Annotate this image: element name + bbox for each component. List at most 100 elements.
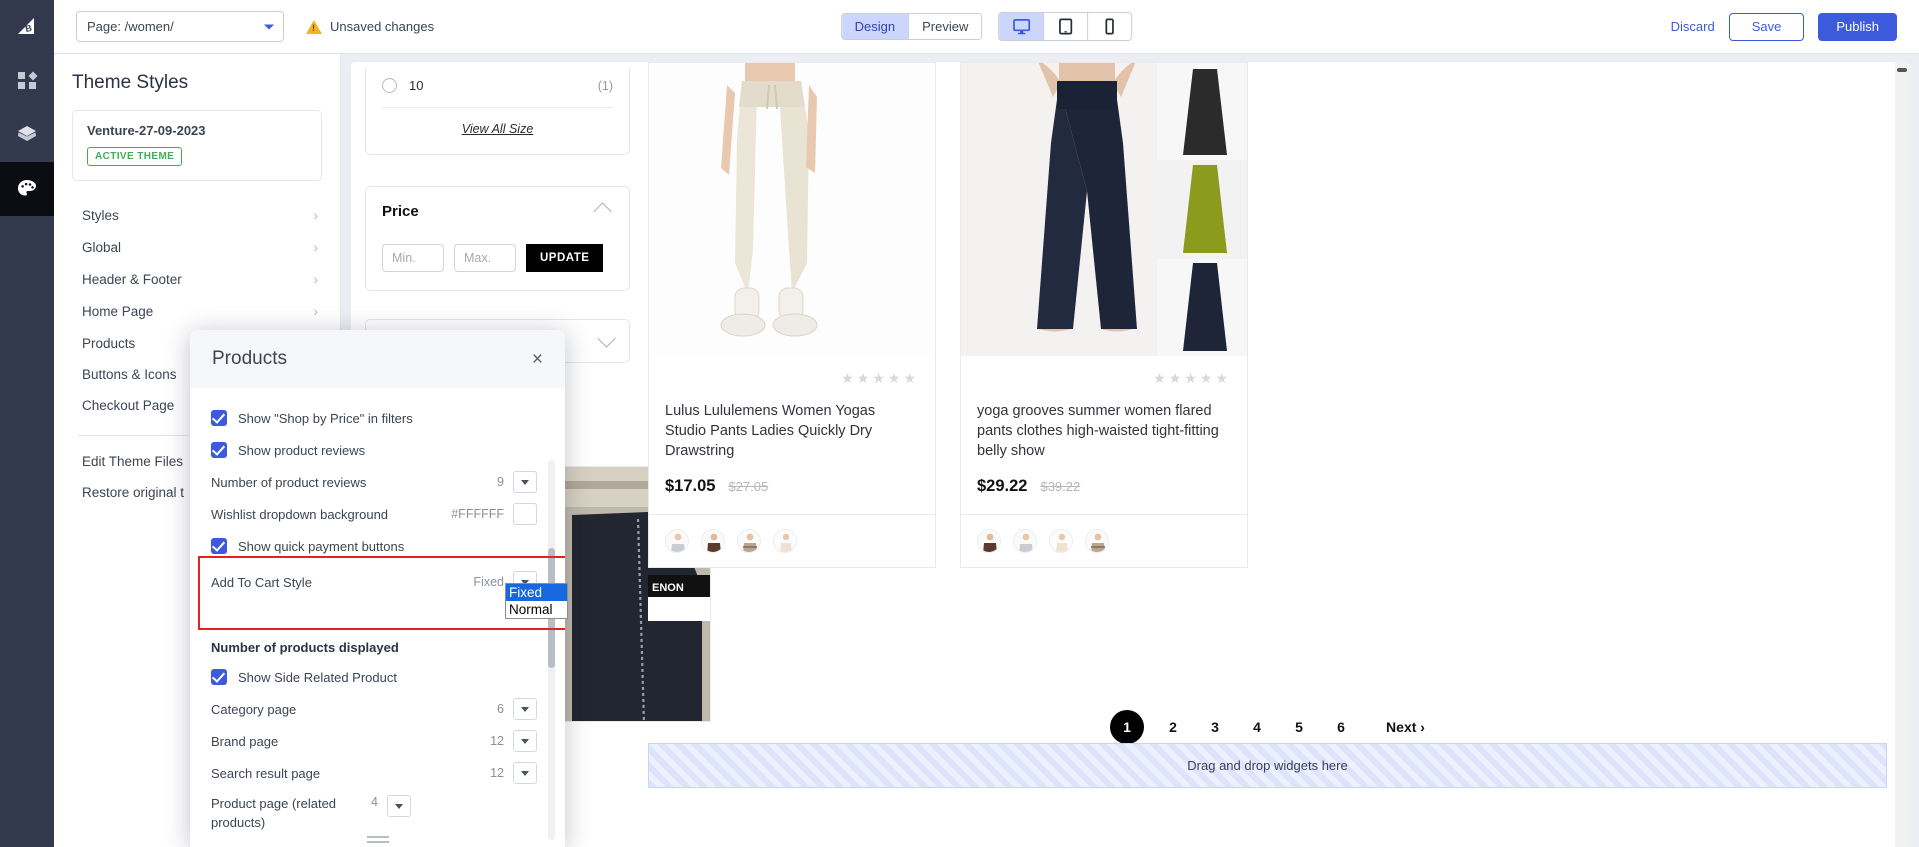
- setting-show-quick-payment-buttons[interactable]: Show quick payment buttons: [211, 530, 537, 562]
- chevron-down-icon: [394, 803, 403, 809]
- price-filter-header[interactable]: Price: [382, 202, 613, 221]
- pagination-page-2[interactable]: 2: [1152, 719, 1194, 735]
- setting-add-to-cart-style[interactable]: Add To Cart Style Fixed: [211, 566, 537, 598]
- setting-category-page[interactable]: Category page 6: [211, 693, 537, 725]
- save-button[interactable]: Save: [1728, 12, 1805, 41]
- product-old-price: $39.22: [1040, 479, 1081, 494]
- select-dropdown[interactable]: [513, 762, 537, 784]
- setting-product-page-related-products[interactable]: Product page (related products) 4: [211, 789, 537, 833]
- option-normal[interactable]: Normal: [506, 601, 567, 618]
- select-dropdown[interactable]: [513, 730, 537, 752]
- chevron-right-icon: ›: [313, 207, 318, 223]
- pagination-page-6[interactable]: 6: [1320, 719, 1362, 735]
- status-badge: ACTIVE THEME: [87, 147, 183, 166]
- product-prices: $17.05 $27.05: [665, 477, 919, 496]
- product-title[interactable]: Lulus Lululemens Women Yogas Studio Pant…: [665, 401, 919, 461]
- select-dropdown[interactable]: [386, 795, 411, 817]
- setting-value: 12: [490, 766, 504, 780]
- setting-search-result-page[interactable]: Search result page 12: [211, 757, 537, 789]
- product-title[interactable]: yoga grooves summer women flared pants c…: [977, 401, 1231, 461]
- discard-button[interactable]: Discard: [1671, 19, 1715, 34]
- sidebar-item-home-page[interactable]: Home Page ›: [72, 295, 322, 327]
- setting-value: 12: [490, 734, 504, 748]
- chevron-right-icon: ›: [313, 303, 318, 319]
- product-image[interactable]: [961, 63, 1247, 356]
- close-icon[interactable]: ×: [532, 350, 543, 369]
- swatch-option[interactable]: [1049, 529, 1073, 553]
- option-fixed[interactable]: Fixed: [506, 584, 567, 601]
- tab-design[interactable]: Design: [841, 14, 909, 39]
- swatch-option[interactable]: [665, 529, 689, 553]
- swatch-option[interactable]: [977, 529, 1001, 553]
- sidebar-item-label: Edit Theme Files: [82, 454, 184, 469]
- pagination-next-button[interactable]: Next ›: [1386, 719, 1425, 735]
- sidebar-item-styles[interactable]: Styles ›: [72, 199, 322, 231]
- add-to-cart-style-dropdown-options[interactable]: Fixed Normal: [505, 583, 568, 619]
- setting-label: Wishlist dropdown background: [211, 506, 389, 522]
- sidebar-item-global[interactable]: Global ›: [72, 231, 322, 263]
- setting-wishlist-dropdown-background[interactable]: Wishlist dropdown background #FFFFFF: [211, 498, 537, 530]
- setting-show-side-related-product[interactable]: Show Side Related Product: [211, 661, 537, 693]
- storefront-preview: 10 (1) View All Size Price Min. Max. UPD…: [351, 62, 1909, 847]
- swatch-option[interactable]: [737, 529, 761, 553]
- select-dropdown[interactable]: [513, 698, 537, 720]
- swatch-option[interactable]: [773, 529, 797, 553]
- bigcommerce-logo-icon[interactable]: B: [0, 0, 54, 54]
- checkbox-icon[interactable]: [211, 669, 227, 685]
- pagination-page-3[interactable]: 3: [1194, 719, 1236, 735]
- rail-item-apps[interactable]: [0, 54, 54, 108]
- rail-item-theme-styles[interactable]: [0, 162, 54, 216]
- pagination-page-5[interactable]: 5: [1278, 719, 1320, 735]
- checkbox-icon[interactable]: [211, 538, 227, 554]
- page-select[interactable]: Page: /women/: [76, 11, 284, 42]
- price-min-input[interactable]: Min.: [382, 244, 444, 272]
- chevron-up-icon[interactable]: [593, 202, 612, 221]
- checkbox-icon[interactable]: [211, 442, 227, 458]
- device-tablet-button[interactable]: [1043, 13, 1088, 40]
- chevron-down-icon[interactable]: [597, 329, 616, 348]
- product-rating: ★★★★★: [841, 370, 919, 386]
- filter-option-row[interactable]: 10 (1): [382, 68, 613, 107]
- scrollbar-thumb[interactable]: [1897, 68, 1907, 72]
- chevron-down-icon: [521, 770, 529, 776]
- product-old-price: $27.05: [728, 479, 769, 494]
- resize-grip[interactable]: [366, 833, 389, 843]
- device-desktop-button[interactable]: [999, 13, 1044, 40]
- color-swatch-button[interactable]: [513, 503, 537, 525]
- widget-dropzone[interactable]: Drag and drop widgets here: [648, 743, 1887, 788]
- checkbox-icon[interactable]: [211, 410, 227, 426]
- pagination-page-1[interactable]: 1: [1110, 710, 1145, 744]
- device-switch: [998, 12, 1133, 41]
- price-max-input[interactable]: Max.: [454, 244, 516, 272]
- page-title: Theme Styles: [72, 72, 189, 93]
- canvas-scrollbar[interactable]: [1895, 62, 1909, 847]
- setting-label: Category page: [211, 701, 297, 717]
- active-theme-card[interactable]: Venture-27-09-2023 ACTIVE THEME: [72, 110, 322, 181]
- publish-button[interactable]: Publish: [1818, 12, 1897, 41]
- product-card[interactable]: ★★★★★ yoga grooves summer women flared p…: [960, 62, 1248, 568]
- product-card[interactable]: ★★★★★ Lulus Lululemens Women Yogas Studi…: [648, 62, 936, 568]
- sidebar-item-header-footer[interactable]: Header & Footer ›: [72, 263, 322, 295]
- pagination-page-4[interactable]: 4: [1236, 719, 1278, 735]
- swatch-option[interactable]: [1085, 529, 1109, 553]
- tab-preview[interactable]: Preview: [908, 14, 982, 39]
- view-all-size-link[interactable]: View All Size: [382, 108, 613, 138]
- setting-show-shop-by-price[interactable]: Show "Shop by Price" in filters: [211, 402, 537, 434]
- product-image[interactable]: [649, 63, 935, 356]
- modal-scrollbar[interactable]: [548, 460, 555, 840]
- swatch-option[interactable]: [701, 529, 725, 553]
- setting-number-of-product-reviews[interactable]: Number of product reviews 9: [211, 466, 537, 498]
- select-dropdown[interactable]: [513, 471, 537, 493]
- setting-show-product-reviews[interactable]: Show product reviews: [211, 434, 537, 466]
- product-prices: $29.22 $39.22: [977, 477, 1231, 496]
- setting-brand-page[interactable]: Brand page 12: [211, 725, 537, 757]
- price-update-button[interactable]: UPDATE: [526, 244, 604, 272]
- radio-icon[interactable]: [382, 78, 397, 93]
- chevron-down-icon: [521, 479, 529, 485]
- rail-item-layers[interactable]: [0, 108, 54, 162]
- modal-title: Products: [212, 348, 287, 369]
- setting-label: Brand page: [211, 733, 279, 749]
- modal-header: Products ×: [190, 330, 565, 388]
- swatch-option[interactable]: [1013, 529, 1037, 553]
- device-mobile-button[interactable]: [1087, 13, 1132, 40]
